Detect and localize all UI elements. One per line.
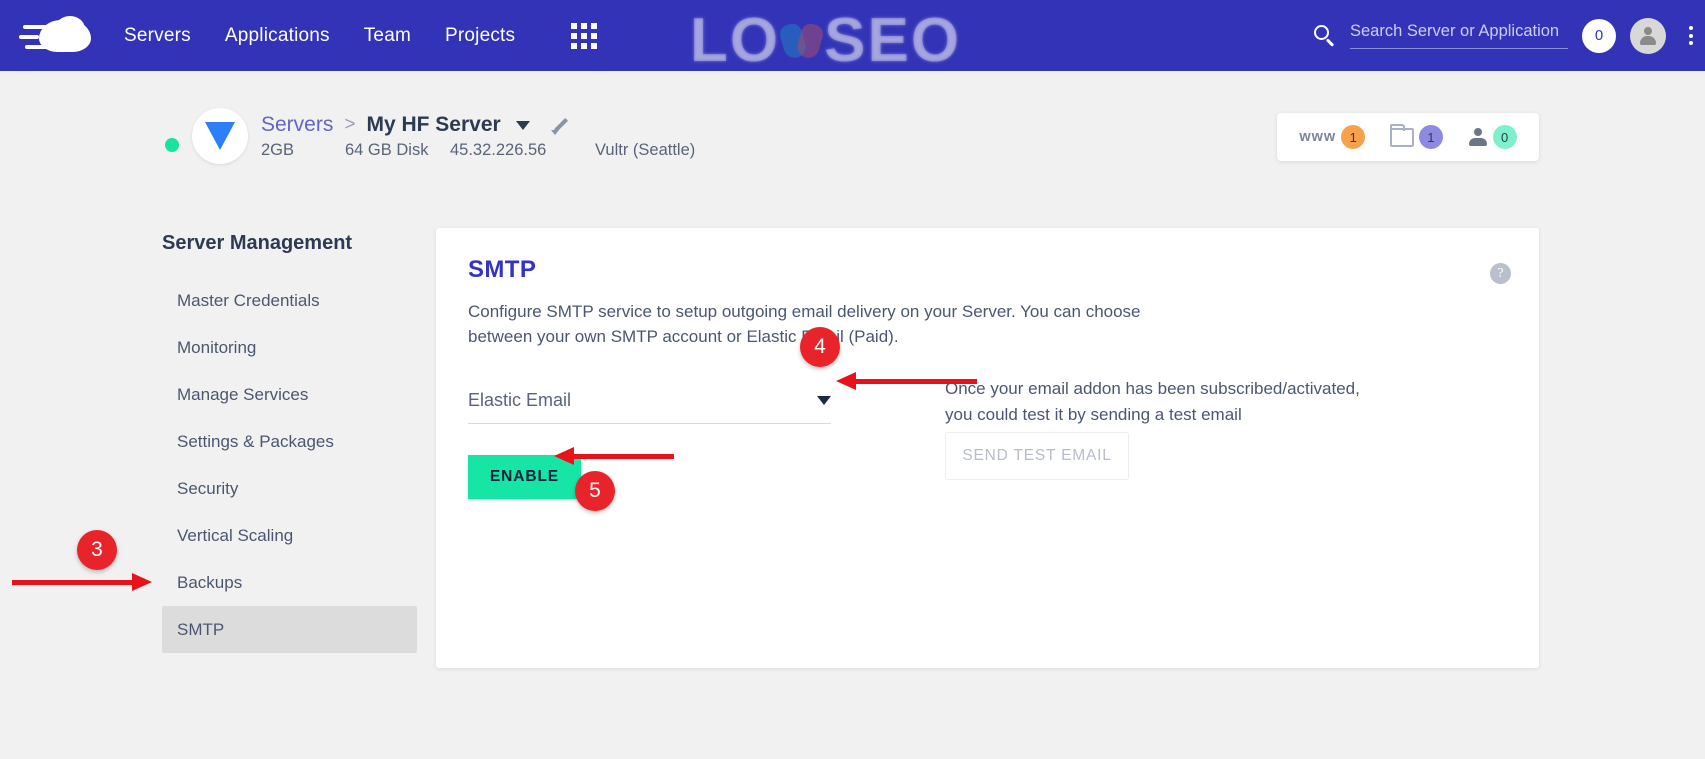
status-badge: 1 — [1418, 125, 1443, 149]
www-label-icon: www — [1299, 129, 1337, 145]
cloud-logo-icon — [19, 15, 91, 56]
edit-pencil-icon[interactable] — [550, 117, 568, 135]
annotation-badge-4: 4 — [800, 327, 840, 367]
annotation-badge-3: 3 — [77, 530, 117, 570]
nav-link-team[interactable]: Team — [364, 25, 411, 47]
annotation-arrow-5 — [554, 447, 674, 466]
notification-count-badge[interactable]: 0 — [1582, 18, 1616, 53]
counter-projects[interactable]: 1 — [1389, 123, 1443, 149]
sidebar-item-label: Backups — [177, 572, 243, 592]
sidebar-item-label: Vertical Scaling — [177, 525, 294, 545]
user-avatar[interactable] — [1630, 17, 1666, 54]
sidebar-item-manage-services[interactable]: Manage Services — [162, 371, 417, 418]
server-status-indicator — [165, 138, 179, 152]
search-area: 0 — [1297, 0, 1702, 71]
sidebar-item-smtp[interactable]: SMTP — [162, 606, 417, 653]
breadcrumb: Servers > My HF Server — [261, 113, 568, 137]
annotation-arrow-3 — [12, 573, 152, 592]
sidebar-title: Server Management — [162, 232, 353, 254]
help-question-icon[interactable]: ? — [1490, 263, 1511, 284]
provider-logo — [192, 108, 248, 164]
page-title: My HF Server — [366, 113, 501, 136]
smtp-provider-value: Elastic Email — [468, 390, 572, 410]
server-counters-card: www 1 1 0 — [1277, 113, 1539, 161]
brand-logo[interactable] — [0, 0, 110, 71]
search-box[interactable] — [1350, 22, 1568, 49]
sidebar-item-vertical-scaling[interactable]: Vertical Scaling — [162, 512, 417, 559]
apps-grid-icon[interactable] — [571, 22, 598, 49]
sidebar-item-backups[interactable]: Backups — [162, 559, 417, 606]
chevron-down-icon[interactable] — [515, 120, 530, 130]
counter-apps[interactable]: www 1 — [1299, 125, 1366, 149]
sidebar-item-label: Security — [177, 478, 239, 498]
nav-link-servers[interactable]: Servers — [124, 25, 191, 47]
sidebar-item-settings-packages[interactable]: Settings & Packages — [162, 418, 417, 465]
server-provider-location: Vultr (Seattle) — [595, 141, 696, 159]
send-test-email-button[interactable]: SEND TEST EMAIL — [945, 432, 1129, 480]
counter-team[interactable]: 0 — [1468, 125, 1517, 149]
folder-icon — [1389, 123, 1414, 147]
nav-link-projects[interactable]: Projects — [445, 25, 515, 47]
server-ip: 45.32.226.56 — [450, 141, 547, 159]
sidebar-item-label: Monitoring — [177, 337, 257, 357]
server-management-sidebar: Server Management Master Credentials Mon… — [162, 232, 417, 653]
annotation-badge-5: 5 — [575, 471, 615, 511]
sidebar-item-label: SMTP — [177, 619, 225, 639]
nav-link-applications[interactable]: Applications — [225, 25, 330, 47]
person-icon — [1468, 127, 1488, 147]
annotation-arrow-4 — [836, 372, 977, 391]
primary-nav-links: Servers Applications Team Projects — [124, 25, 515, 47]
sidebar-item-label: Settings & Packages — [177, 431, 334, 451]
smtp-provider-select[interactable]: Elastic Email — [468, 390, 831, 424]
breadcrumb-separator-icon: > — [344, 114, 356, 135]
user-avatar-icon — [1638, 26, 1658, 46]
card-title: SMTP — [468, 256, 537, 283]
sidebar-item-label: Manage Services — [177, 384, 309, 404]
chevron-down-icon — [817, 396, 831, 405]
send-test-hint: Once your email addon has been subscribe… — [945, 379, 1360, 424]
sidebar-item-monitoring[interactable]: Monitoring — [162, 324, 417, 371]
status-badge: 0 — [1492, 125, 1517, 149]
sidebar-item-security[interactable]: Security — [162, 465, 417, 512]
sidebar-item-label: Master Credentials — [177, 290, 320, 310]
server-meta-row: 2GB 64 GB Disk 45.32.226.56 Vultr (Seatt… — [261, 141, 695, 160]
server-ram: 2GB — [261, 141, 295, 159]
page-root: Servers Applications Team Projects 0 LO — [0, 0, 1705, 759]
sidebar-item-master-credentials[interactable]: Master Credentials — [162, 277, 417, 324]
vultr-logo-icon — [205, 122, 235, 150]
search-icon — [1314, 24, 1336, 47]
more-vertical-icon[interactable] — [1680, 26, 1702, 45]
search-input[interactable] — [1350, 22, 1568, 41]
server-disk: 64 GB Disk — [345, 141, 429, 159]
breadcrumb-servers-link[interactable]: Servers — [261, 113, 333, 137]
status-badge: 1 — [1341, 125, 1366, 149]
